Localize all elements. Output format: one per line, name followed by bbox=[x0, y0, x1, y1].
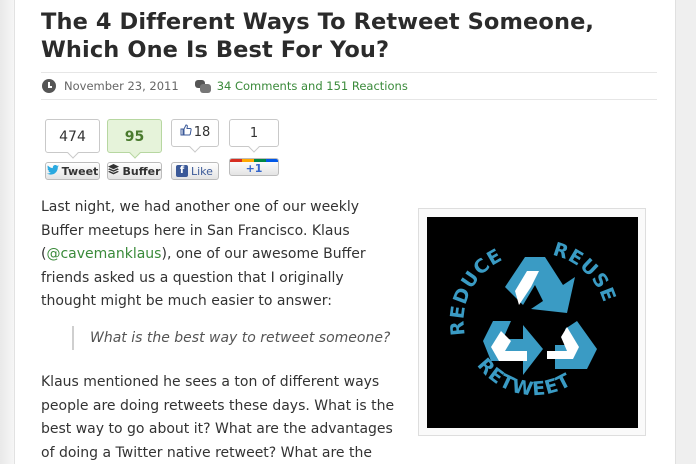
like-count: 18 bbox=[193, 125, 211, 140]
tweet-count: 474 bbox=[45, 119, 100, 153]
buffer-label: Buffer bbox=[122, 164, 161, 178]
post-meta: November 23, 2011 34 Comments and 151 Re… bbox=[41, 72, 657, 100]
comments-link[interactable]: 34 Comments and 151 Reactions bbox=[217, 79, 408, 93]
paragraph-second: Klaus mentioned he sees a ton of differe… bbox=[41, 374, 395, 461]
comments-icon bbox=[194, 79, 211, 93]
twitter-bird-icon bbox=[46, 164, 59, 178]
paragraph-intro: Last night, we had another one of our we… bbox=[41, 196, 401, 314]
plusone-count: 1 bbox=[229, 119, 279, 147]
image-background: REDUCE REUSE RETWEET bbox=[427, 217, 638, 428]
page-left-border bbox=[0, 0, 15, 464]
google-plusone-widget: 1 +1 bbox=[229, 119, 279, 176]
like-count-box: 18 bbox=[171, 119, 219, 147]
cavemanklaus-link[interactable]: @cavemanklaus bbox=[46, 246, 161, 262]
tweet-label: Tweet bbox=[61, 164, 99, 178]
buffer-widget: 95 Buffer bbox=[107, 119, 162, 180]
clock-icon bbox=[42, 79, 56, 93]
like-button[interactable]: f Like bbox=[171, 162, 219, 180]
recycle-logo: REDUCE REUSE RETWEET bbox=[446, 238, 619, 400]
buffer-button[interactable]: Buffer bbox=[107, 162, 162, 180]
plusone-label: +1 bbox=[245, 162, 263, 175]
buffer-count: 95 bbox=[107, 119, 162, 153]
facebook-icon: f bbox=[176, 165, 188, 177]
blockquote: What is the best way to retweet someone? bbox=[72, 326, 410, 350]
buffer-stack-icon bbox=[108, 164, 120, 178]
thumbs-up-icon bbox=[180, 119, 192, 147]
recycle-arrows-icon bbox=[483, 257, 597, 375]
scrollbar-track[interactable] bbox=[675, 0, 696, 464]
post-title: The 4 Different Ways To Retweet Someone,… bbox=[41, 9, 595, 63]
like-label: Like bbox=[191, 164, 213, 178]
tweet-button[interactable]: Tweet bbox=[45, 162, 100, 180]
reduce-reuse-retweet-image: REDUCE REUSE RETWEET bbox=[418, 208, 646, 436]
facebook-like-widget: 18 f Like bbox=[171, 119, 219, 180]
plusone-button[interactable]: +1 bbox=[229, 158, 279, 176]
post-date: November 23, 2011 bbox=[64, 79, 179, 93]
tweet-widget: 474 Tweet bbox=[45, 119, 100, 180]
